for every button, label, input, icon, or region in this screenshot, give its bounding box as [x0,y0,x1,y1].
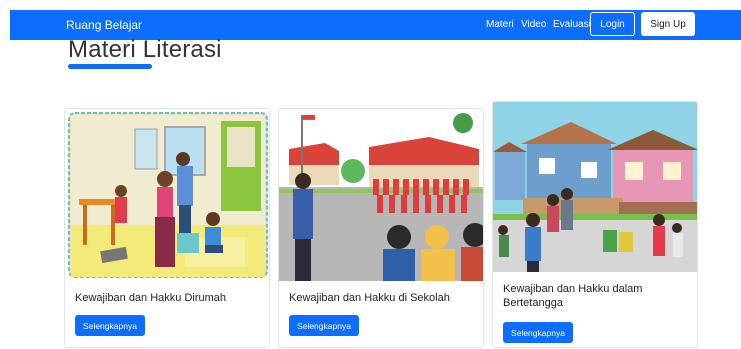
neighborhood-illustration [493,102,697,272]
card-title-home: Kewajiban dan Hakku Dirumah [75,292,227,304]
title-underline [68,64,152,69]
card-home: Kewajiban dan Hakku Dirumah Selengkapnya [64,108,270,348]
signup-button[interactable]: Sign Up [641,12,695,36]
card-title-neighborhood-line1: Kewajiban dan Hakku dalam [503,283,643,295]
home-illustration [65,109,269,281]
read-more-button-neighborhood[interactable]: Selengkapnya [503,322,573,343]
card-title-neighborhood-line2: Bertetangga [503,297,563,309]
nav-link-video[interactable]: Video [521,19,546,30]
read-more-button-home[interactable]: Selengkapnya [75,315,145,336]
login-button[interactable]: Login [590,12,635,36]
card-title-school: Kewajiban dan Hakku di Sekolah [289,292,450,304]
brand-link[interactable]: Ruang Belajar [66,18,142,32]
page-title: Materi Literasi [68,36,222,63]
card-neighborhood: Kewajiban dan Hakku dalam Bertetangga Se… [492,101,698,348]
nav-link-materi[interactable]: Materi [486,19,514,30]
read-more-button-school[interactable]: Selengkapnya [289,315,359,336]
nav-link-evaluasi[interactable]: Evaluasi [553,19,591,30]
card-school: Kewajiban dan Hakku di Sekolah Selengkap… [278,108,484,348]
page-root: Ruang Belajar Materi Video Evaluasi Logi… [0,0,741,349]
school-illustration [279,109,483,281]
